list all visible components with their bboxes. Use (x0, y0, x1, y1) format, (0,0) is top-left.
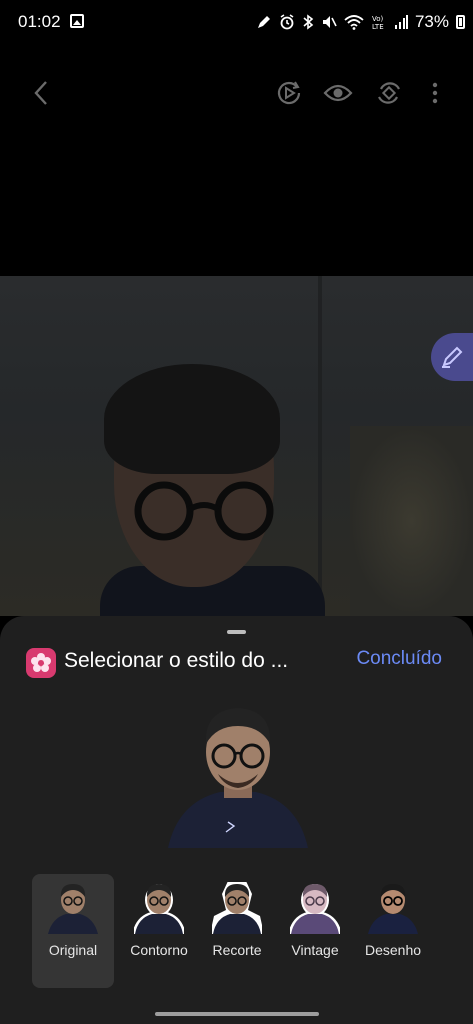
style-option-desenho[interactable]: Desenho (352, 874, 434, 988)
style-label-original: Original (48, 942, 98, 958)
bluetooth-icon (303, 14, 314, 30)
sticker-app-icon (26, 648, 56, 678)
photo-background-stain (350, 426, 473, 616)
gallery-notification-icon (70, 14, 84, 28)
status-icons: Vo) LTE 73% (256, 10, 465, 34)
back-button[interactable] (26, 78, 56, 108)
style-thumb-desenho (368, 884, 418, 934)
signal-icon (394, 15, 408, 29)
rotate-icon (378, 82, 400, 104)
svg-text:LTE: LTE (372, 23, 384, 30)
style-label-vintage: Vintage (291, 942, 339, 958)
bixby-vision-button[interactable] (323, 78, 353, 108)
sheet-drag-handle[interactable] (227, 630, 246, 634)
svg-text:Vo): Vo) (372, 15, 384, 23)
style-thumb-original (48, 884, 98, 934)
motion-photo-icon (277, 81, 301, 105)
more-icon (432, 82, 438, 104)
viewer-toolbar (0, 66, 473, 122)
wifi-icon (344, 15, 364, 30)
mute-icon (322, 16, 337, 28)
motion-photo-button[interactable] (274, 78, 304, 108)
style-option-vintage[interactable]: Vintage (274, 874, 356, 988)
style-option-original[interactable]: Original (32, 874, 114, 988)
edit-button[interactable] (431, 333, 473, 381)
photo-subject-hair (104, 364, 280, 474)
done-button[interactable]: Concluído (356, 648, 442, 670)
status-bar: 01:02 Vo) LTE 73% (0, 0, 473, 46)
status-time: 01:02 (18, 12, 61, 31)
style-thumb-recorte (212, 882, 262, 934)
style-label-desenho: Desenho (364, 942, 422, 958)
flower-icon (31, 653, 51, 672)
eye-icon (323, 84, 353, 102)
sticker-preview (168, 704, 308, 848)
sticker-style-sheet: Selecionar o estilo do ... Concluído Ori… (0, 616, 473, 1024)
style-options: Original Contorno Recorte Vintage Desenh… (30, 874, 450, 990)
battery-icon (456, 15, 465, 29)
photo-background-detail (318, 276, 322, 616)
style-option-contorno[interactable]: Contorno (118, 874, 200, 988)
style-label-contorno: Contorno (130, 942, 188, 958)
photo-preview (0, 276, 473, 616)
sheet-title: Selecionar o estilo do ... (64, 649, 289, 672)
more-options-button[interactable] (420, 78, 450, 108)
alarm-icon (280, 14, 294, 30)
style-label-recorte: Recorte (212, 942, 262, 958)
gesture-navigation-bar[interactable] (155, 1012, 319, 1016)
sheet-header: Selecionar o estilo do ... Concluído (26, 646, 446, 678)
style-thumb-contorno (134, 884, 184, 934)
rotate-button[interactable] (374, 78, 404, 108)
photo-subject-glasses (134, 481, 274, 541)
edit-pencil-icon (442, 346, 463, 368)
pen-icon (257, 16, 270, 28)
style-option-recorte[interactable]: Recorte (196, 874, 278, 988)
battery-percent: 73% (414, 12, 449, 31)
sticker-preview-image (168, 708, 308, 848)
volte-icon: Vo)LTE (372, 15, 384, 30)
back-icon (34, 81, 47, 105)
style-thumb-vintage (290, 884, 340, 934)
